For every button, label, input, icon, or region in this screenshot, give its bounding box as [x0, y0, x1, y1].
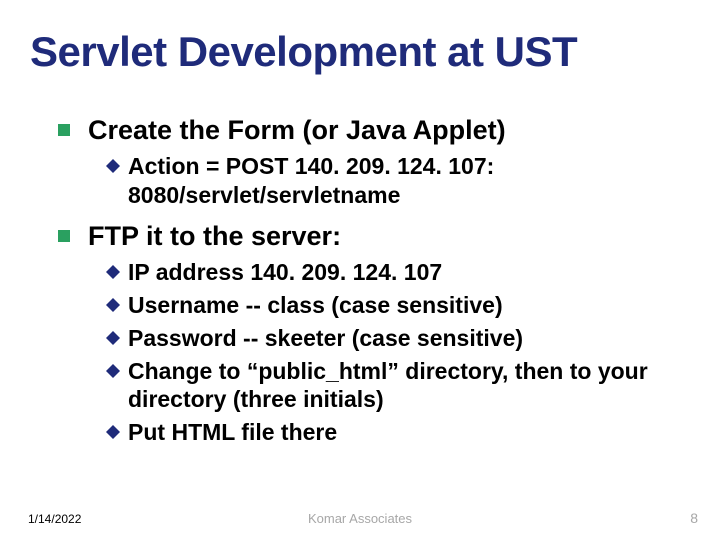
- sub-bullet-text: Username -- class (case sensitive): [128, 291, 503, 320]
- bullet-level1: Create the Form (or Java Applet): [58, 114, 690, 146]
- slide-content: Create the Form (or Java Applet) Action …: [58, 110, 690, 449]
- sub-bullet-text: IP address 140. 209. 124. 107: [128, 258, 442, 287]
- bullet-level2: Change to “public_html” directory, then …: [106, 357, 690, 415]
- diamond-bullet-icon: [106, 331, 120, 345]
- slide: Servlet Development at UST Create the Fo…: [0, 0, 720, 540]
- diamond-bullet-icon: [106, 298, 120, 312]
- slide-title: Servlet Development at UST: [30, 28, 577, 76]
- bullet-level2: IP address 140. 209. 124. 107: [106, 258, 690, 287]
- bullet-level2: Password -- skeeter (case sensitive): [106, 324, 690, 353]
- sub-rest: address 140. 209. 124. 107: [149, 259, 442, 285]
- bullet-level1: FTP it to the server:: [58, 220, 690, 252]
- sub-lead: Password: [128, 325, 237, 351]
- sub-lead: Change: [128, 358, 212, 384]
- diamond-bullet-icon: [106, 425, 120, 439]
- bullet-level2: Username -- class (case sensitive): [106, 291, 690, 320]
- sub-bullet-text: Put HTML file there: [128, 418, 337, 447]
- square-bullet-icon: [58, 230, 70, 242]
- sub-rest: -- skeeter (case sensitive): [237, 325, 523, 351]
- sub-bullet-text: Change to “public_html” directory, then …: [128, 357, 690, 415]
- bullet-level2: Action = POST 140. 209. 124. 107: 8080/s…: [106, 152, 690, 210]
- sub-rest: HTML file there: [165, 419, 337, 445]
- sub-lead: Action: [128, 153, 200, 179]
- footer-center: Komar Associates: [0, 511, 720, 526]
- diamond-bullet-icon: [106, 159, 120, 173]
- bullet-level2: Put HTML file there: [106, 418, 690, 447]
- sub-lead: Username: [128, 292, 239, 318]
- square-bullet-icon: [58, 124, 70, 136]
- diamond-bullet-icon: [106, 265, 120, 279]
- sub-bullet-text: Password -- skeeter (case sensitive): [128, 324, 523, 353]
- sub-lead: Put: [128, 419, 165, 445]
- sub-rest: -- class (case sensitive): [239, 292, 502, 318]
- diamond-bullet-icon: [106, 364, 120, 378]
- sub-list: Action = POST 140. 209. 124. 107: 8080/s…: [106, 152, 690, 210]
- bullet-text: FTP it to the server:: [88, 220, 341, 252]
- sub-lead: IP: [128, 259, 149, 285]
- footer-page-number: 8: [690, 510, 698, 526]
- sub-bullet-text: Action = POST 140. 209. 124. 107: 8080/s…: [128, 152, 690, 210]
- bullet-text: Create the Form (or Java Applet): [88, 114, 506, 146]
- sub-list: IP address 140. 209. 124. 107 Username -…: [106, 258, 690, 447]
